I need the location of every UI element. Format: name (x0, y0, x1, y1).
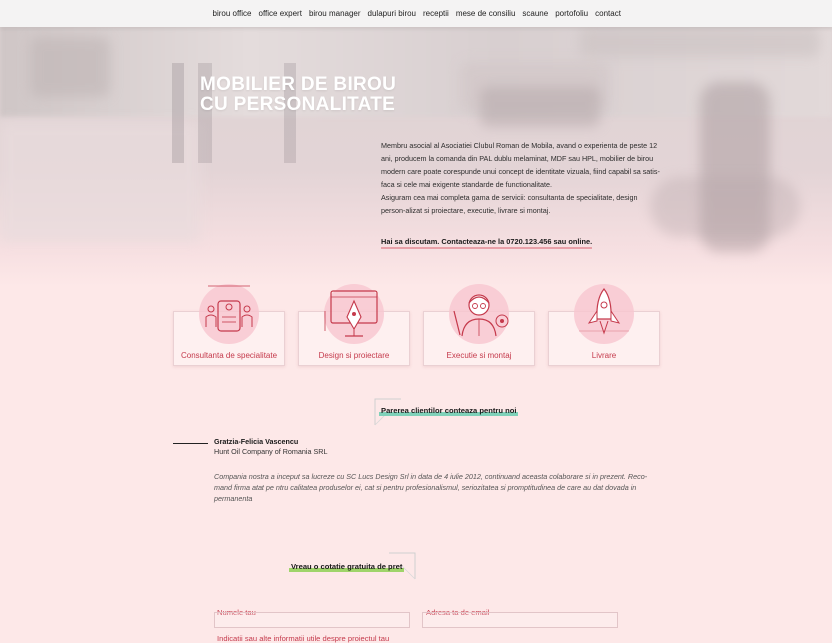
service-label: Livrare (591, 351, 617, 360)
hero-bg-shape (0, 122, 200, 242)
hero-title-line-2: CU PERSONALITATE (200, 94, 396, 115)
service-card-executie[interactable]: Executie si montaj (423, 284, 535, 366)
service-label: Consultanta de specialitate (180, 351, 278, 360)
hero-description: Membru asocial al Asociatiei Clubul Roma… (381, 139, 661, 217)
nav-item-office-expert[interactable]: office expert (255, 9, 305, 18)
nav-item-portofoliu[interactable]: portofoliu (552, 9, 592, 18)
details-field-label: Indicatii sau alte informatii utile desp… (217, 634, 390, 643)
nav-item-dulapuri-birou[interactable]: dulapuri birou (364, 9, 419, 18)
testimonials-heading: Parerea clientilor conteaza pentru noi (379, 406, 519, 416)
quote-form-heading: Vreau o cotatie gratuita de pret (289, 562, 405, 572)
nav-item-birou-office[interactable]: birou office (209, 9, 255, 18)
hero-contact-cta[interactable]: Hai sa discutam. Contacteaza-ne la 0720.… (381, 237, 593, 249)
design-pen-icon (324, 284, 384, 344)
hero-bg-shape (480, 87, 600, 127)
service-card-design[interactable]: Design si proiectare (298, 284, 410, 366)
name-input[interactable] (214, 612, 410, 628)
hero-paragraph-2: Asiguram cea mai completa gama de servic… (381, 193, 638, 215)
nav-item-receptii[interactable]: receptii (420, 9, 453, 18)
nav-item-contact[interactable]: contact (592, 9, 625, 18)
nav-item-scaune[interactable]: scaune (519, 9, 552, 18)
nav-item-birou-manager[interactable]: birou manager (305, 9, 364, 18)
hero-bg-shape (580, 27, 820, 57)
meeting-icon (199, 284, 259, 344)
nav-item-mese-de-consiliu[interactable]: mese de consiliu (452, 9, 519, 18)
hero-paragraph-1: Membru asocial al Asociatiei Clubul Roma… (381, 141, 660, 189)
service-card-livrare[interactable]: Livrare (548, 284, 660, 366)
hero-title: MOBILIER DE BIROU CU PERSONALITATE (200, 75, 396, 115)
testimonial-quote: Compania nostra a inceput sa lucreze cu … (214, 472, 648, 503)
hero-bg-shape (650, 177, 800, 237)
service-label: Design si proiectare (318, 351, 390, 360)
quote-form-heading-text: Vreau o cotatie gratuita de pret (291, 562, 403, 571)
hero-title-line-1: MOBILIER DE BIROU (200, 74, 397, 95)
email-input[interactable] (422, 612, 618, 628)
worker-gear-icon (449, 284, 509, 344)
testimonial-divider (173, 443, 208, 444)
testimonials-heading-text: Parerea clientilor conteaza pentru noi (381, 406, 517, 415)
hero-bg-shape (30, 37, 110, 97)
service-card-consultanta[interactable]: Consultanta de specialitate (173, 284, 285, 366)
rocket-icon (574, 284, 634, 344)
top-navigation: birou office office expert birou manager… (0, 0, 832, 27)
nav-menu: birou office office expert birou manager… (209, 0, 624, 27)
testimonial-author: Gratzia-Felicia Vascencu (214, 437, 299, 446)
service-label: Executie si montaj (446, 351, 512, 360)
testimonial-company: Hunt Oil Company of Romania SRL (214, 447, 328, 456)
